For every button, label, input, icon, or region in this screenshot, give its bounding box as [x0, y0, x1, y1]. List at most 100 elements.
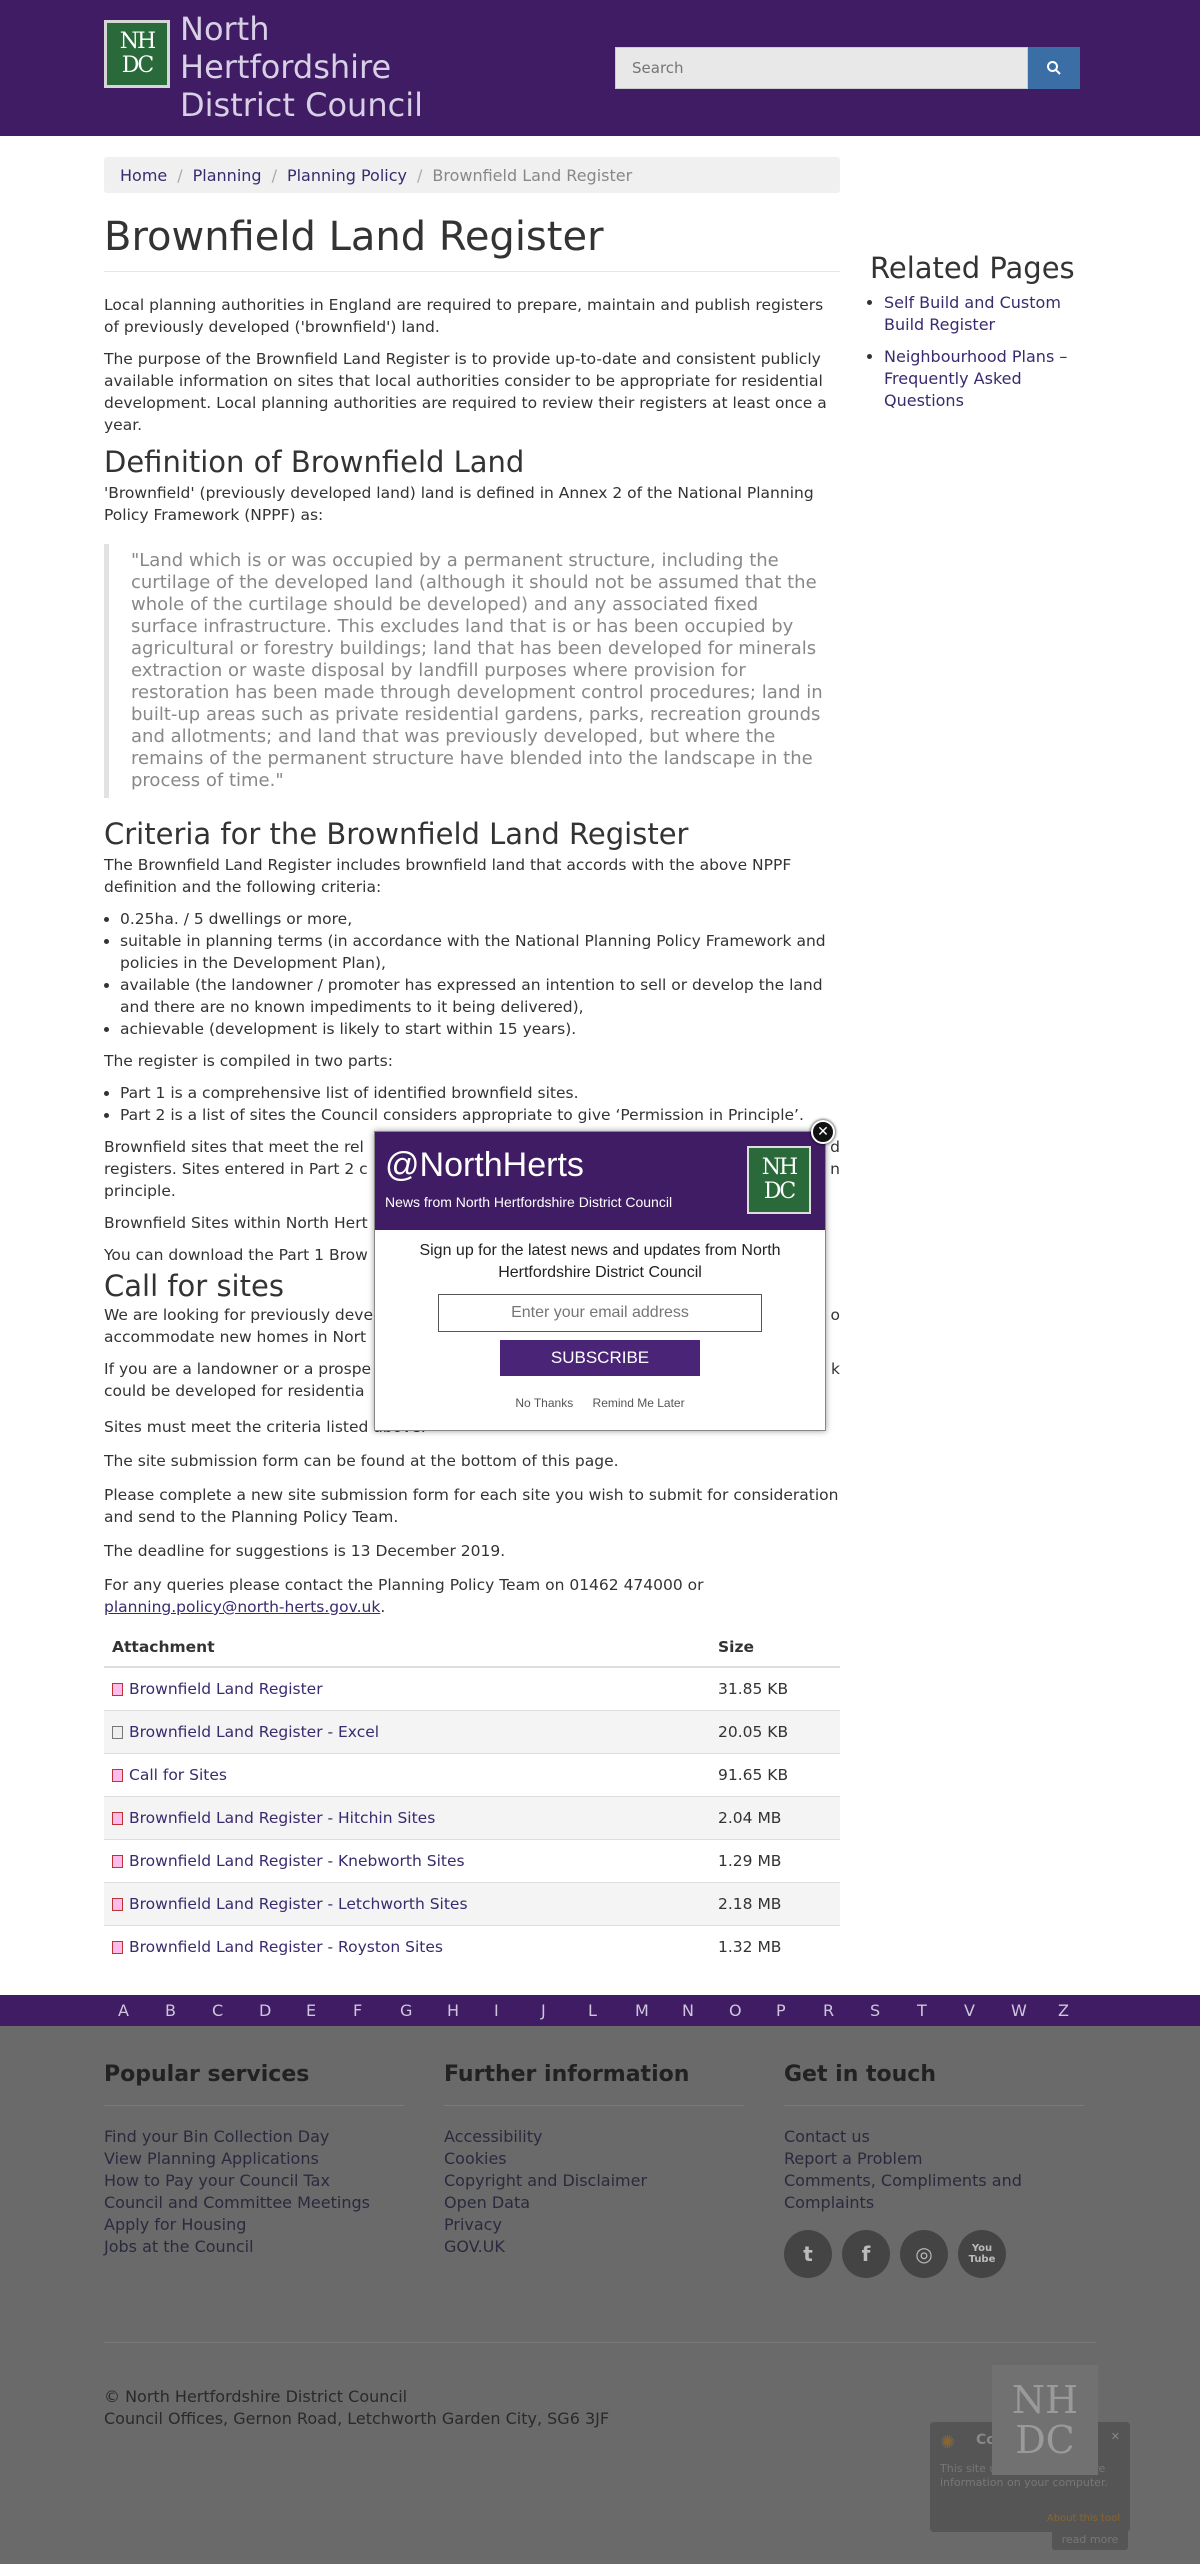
- attachment-link[interactable]: Brownfield Land Register - Hitchin Sites: [129, 1809, 435, 1827]
- footer-link[interactable]: GOV.UK: [444, 2236, 744, 2258]
- footer-link[interactable]: Report a Problem: [784, 2148, 1084, 2170]
- size-column-header: Size: [710, 1628, 840, 1668]
- main-content: Brownfield Land Register Local planning …: [104, 205, 840, 1968]
- intro-paragraph: The purpose of the Brownfield Land Regis…: [104, 350, 827, 434]
- call-text-line1-end: o: [830, 1306, 840, 1324]
- breadcrumb-home[interactable]: Home: [120, 166, 167, 185]
- list-item: Part 2 is a list of sites the Council co…: [120, 1104, 840, 1126]
- pdf-icon: [112, 1941, 123, 1954]
- az-letter[interactable]: J: [541, 2001, 588, 2020]
- az-letter[interactable]: A: [118, 2001, 165, 2020]
- footer-link[interactable]: Apply for Housing: [104, 2214, 404, 2236]
- sites-text-line1: Brownfield sites that meet the rel: [104, 1138, 364, 1156]
- footer-link[interactable]: Jobs at the Council: [104, 2236, 404, 2258]
- footer-link[interactable]: View Planning Applications: [104, 2148, 404, 2170]
- related-pages-list: Self Build and Custom Build Register Nei…: [870, 292, 1100, 412]
- cookie-about-link[interactable]: About this tool: [1047, 2513, 1120, 2524]
- search-input[interactable]: [615, 47, 1028, 89]
- no-thanks-link[interactable]: No Thanks: [515, 1396, 573, 1410]
- facebook-icon[interactable]: f: [842, 2230, 890, 2278]
- popular-heading: Popular services: [104, 2062, 404, 2106]
- az-letter[interactable]: T: [917, 2001, 964, 2020]
- a-z-bar: A B C D E F G H I J L M N O P R S T V W …: [0, 1995, 1200, 2026]
- youtube-icon[interactable]: You Tube: [958, 2230, 1006, 2278]
- breadcrumb-planning[interactable]: Planning: [193, 166, 262, 185]
- footer-link[interactable]: Comments, Compliments and Complaints: [784, 2170, 1084, 2214]
- az-letter[interactable]: O: [729, 2001, 776, 2020]
- attachment-link[interactable]: Brownfield Land Register - Excel: [129, 1723, 379, 1741]
- footer-link[interactable]: Copyright and Disclaimer: [444, 2170, 744, 2192]
- az-letter[interactable]: P: [776, 2001, 823, 2020]
- council-logo[interactable]: NH DC: [104, 20, 170, 88]
- az-letter[interactable]: M: [635, 2001, 682, 2020]
- copyright: © North Hertfordshire District Council C…: [104, 2386, 609, 2430]
- footer-link[interactable]: Privacy: [444, 2214, 744, 2236]
- parts-list: Part 1 is a comprehensive list of identi…: [104, 1082, 840, 1126]
- az-letter[interactable]: L: [588, 2001, 635, 2020]
- az-letter[interactable]: D: [259, 2001, 306, 2020]
- attachment-link[interactable]: Brownfield Land Register - Knebworth Sit…: [129, 1852, 465, 1870]
- list-item: suitable in planning terms (in accordanc…: [120, 930, 840, 974]
- deadline-note: The deadline for suggestions is 13 Decem…: [104, 1542, 506, 1560]
- remind-later-link[interactable]: Remind Me Later: [593, 1396, 685, 1410]
- popup-close-icon[interactable]: ✕: [811, 1120, 835, 1144]
- search-icon: [1047, 61, 1061, 75]
- subscribe-button[interactable]: SUBSCRIBE: [500, 1340, 700, 1376]
- attachment-link[interactable]: Brownfield Land Register: [129, 1680, 323, 1698]
- cookie-close-icon[interactable]: ✕: [1111, 2430, 1120, 2443]
- search-button[interactable]: [1028, 47, 1080, 89]
- related-pages: Related Pages Self Build and Custom Buil…: [870, 250, 1100, 422]
- az-letter[interactable]: Z: [1058, 2001, 1105, 2020]
- file-size: 2.04 MB: [710, 1796, 840, 1840]
- contact-heading: Get in touch: [784, 2062, 1084, 2106]
- table-row: Brownfield Land Register 31.85 KB: [104, 1666, 840, 1711]
- az-letter[interactable]: H: [447, 2001, 494, 2020]
- list-item: 0.25ha. / 5 dwellings or more,: [120, 908, 840, 930]
- az-letter[interactable]: G: [400, 2001, 447, 2020]
- az-letter[interactable]: B: [165, 2001, 212, 2020]
- footer-link[interactable]: How to Pay your Council Tax: [104, 2170, 404, 2192]
- az-letter[interactable]: I: [494, 2001, 541, 2020]
- attachment-link[interactable]: Brownfield Land Register - Royston Sites: [129, 1938, 443, 1956]
- email-field[interactable]: [438, 1294, 762, 1332]
- related-link[interactable]: Neighbourhood Plans – Frequently Asked Q…: [884, 347, 1067, 410]
- az-letter[interactable]: C: [212, 2001, 259, 2020]
- table-row: Call for Sites 91.65 KB: [104, 1753, 840, 1797]
- az-letter[interactable]: R: [823, 2001, 870, 2020]
- footer-link[interactable]: Open Data: [444, 2192, 744, 2214]
- popup-signup-text: Sign up for the latest news and updates …: [419, 1242, 781, 1281]
- table-row: Brownfield Land Register - Royston Sites…: [104, 1925, 840, 1968]
- related-link[interactable]: Self Build and Custom Build Register: [884, 293, 1061, 334]
- footer-link[interactable]: Find your Bin Collection Day: [104, 2126, 404, 2148]
- sites-text-line3: principle.: [104, 1182, 176, 1200]
- az-letter[interactable]: E: [306, 2001, 353, 2020]
- form-note: The site submission form can be found at…: [104, 1452, 619, 1470]
- nppf-quote: "Land which is or was occupied by a perm…: [104, 544, 840, 798]
- definition-text: 'Brownfield' (previously developed land)…: [104, 484, 814, 524]
- landowner-text-line2: could be developed for residentia: [104, 1382, 365, 1400]
- email-link[interactable]: planning.policy@north-herts.gov.uk: [104, 1598, 380, 1616]
- az-letter[interactable]: V: [964, 2001, 1011, 2020]
- footer-link[interactable]: Contact us: [784, 2126, 1084, 2148]
- attachment-link[interactable]: Brownfield Land Register - Letchworth Si…: [129, 1895, 468, 1913]
- footer-link[interactable]: Council and Committee Meetings: [104, 2192, 404, 2214]
- attachment-link[interactable]: Call for Sites: [129, 1766, 227, 1784]
- instagram-icon[interactable]: ◎: [900, 2230, 948, 2278]
- file-size: 1.29 MB: [710, 1839, 840, 1883]
- further-information: Further information Accessibility Cookie…: [444, 2062, 744, 2258]
- footer-link[interactable]: Cookies: [444, 2148, 744, 2170]
- az-letter[interactable]: W: [1011, 2001, 1058, 2020]
- az-letter[interactable]: S: [870, 2001, 917, 2020]
- twitter-icon[interactable]: t: [784, 2230, 832, 2278]
- table-row: Brownfield Land Register - Letchworth Si…: [104, 1882, 840, 1926]
- spreadsheet-icon: [112, 1726, 123, 1739]
- sites-text-line2-end: n: [830, 1160, 840, 1178]
- footer-link[interactable]: Accessibility: [444, 2126, 744, 2148]
- cookie-read-more[interactable]: read more: [1052, 2528, 1128, 2550]
- az-letter[interactable]: F: [353, 2001, 400, 2020]
- site-name[interactable]: North Hertfordshire District Council: [180, 10, 480, 124]
- intro-paragraph: Local planning authorities in England ar…: [104, 296, 824, 336]
- breadcrumb-current: Brownfield Land Register: [432, 165, 633, 185]
- az-letter[interactable]: N: [682, 2001, 729, 2020]
- breadcrumb-planning-policy[interactable]: Planning Policy: [287, 166, 407, 185]
